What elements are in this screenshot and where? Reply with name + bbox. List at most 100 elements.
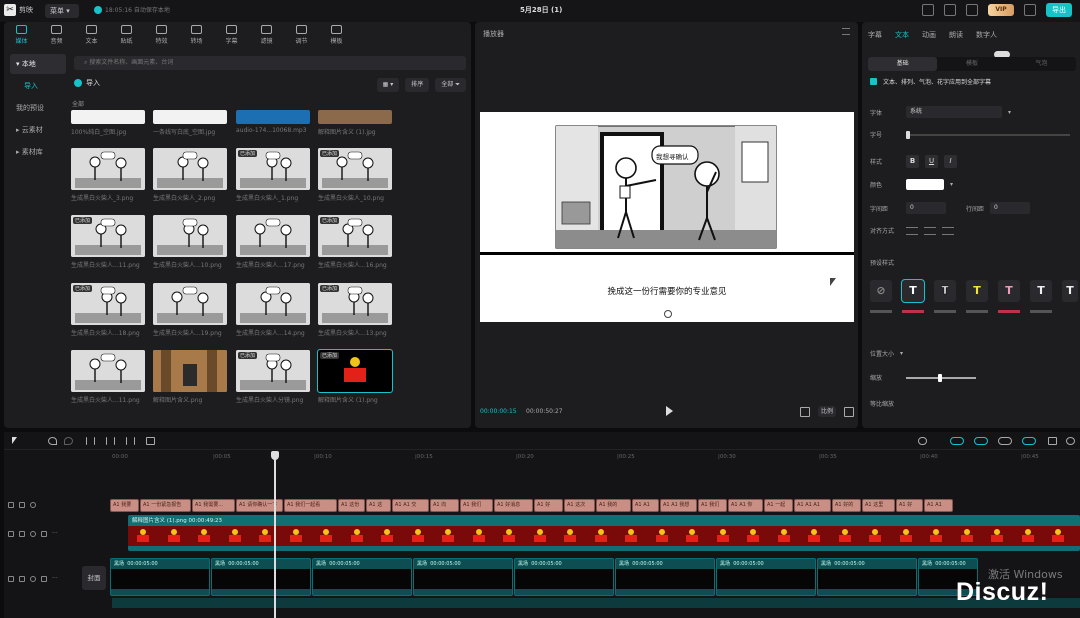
tab-caption[interactable]: 字幕 [214,22,249,48]
caption-icon[interactable] [1048,437,1057,445]
link-main-icon[interactable] [950,437,964,445]
media-thumbnail[interactable] [318,110,392,124]
preset-pink[interactable]: T [998,280,1020,302]
nav-local[interactable]: ▾ 本地 [10,54,66,74]
audio-mute-icon[interactable] [41,575,47,582]
text-clip[interactable]: A1 这次 [564,499,595,512]
black-clip[interactable]: 黑场 00:00:05:00 [211,558,311,596]
font-select[interactable]: 系统 [906,106,1002,118]
text-clip[interactable]: A1 A1 [632,499,659,512]
filter-button[interactable]: 全部 ⏷ [435,78,466,92]
playhead-line[interactable] [274,452,276,618]
media-thumbnail[interactable] [153,283,227,325]
text-clip[interactable]: A1 A1 我想 [660,499,697,512]
playhead-handle[interactable] [271,451,279,460]
media-thumbnail[interactable] [71,110,145,124]
player-menu-icon[interactable] [842,28,850,35]
tab-animation[interactable]: 动画 [922,30,936,40]
scale-slider[interactable] [906,373,976,382]
media-thumbnail[interactable]: 已添加 [236,350,310,392]
vip-badge[interactable]: VIP [988,4,1014,16]
tab-text[interactable]: 文本 [74,22,109,48]
scale-slider-handle[interactable] [938,373,942,382]
line-spacing-input[interactable]: 0 [990,202,1031,214]
audio-mute-icon[interactable] [41,530,47,537]
apply-all-checkbox[interactable] [870,78,877,85]
lock-icon[interactable] [19,575,25,582]
text-clip[interactable]: A1 我要 [110,499,139,512]
media-thumbnail[interactable]: 已添加 [317,349,393,393]
time-ruler[interactable]: 00:00 |00:05 |00:10 |00:15 |00:20 |00:25 |00:3… [112,452,1080,464]
text-clip[interactable]: A1 好 [896,499,923,512]
subtab-template[interactable]: 模板 [937,57,1006,71]
settings-icon[interactable] [966,4,978,16]
sort-button[interactable]: 排序 [405,78,430,92]
media-thumbnail[interactable]: 已添加 [318,215,392,257]
media-thumbnail[interactable]: 已添加 [71,215,145,257]
text-clip[interactable]: A1 向 [430,499,459,512]
media-thumbnail[interactable]: 已添加 [318,148,392,190]
fit-icon[interactable] [799,406,810,417]
text-clip[interactable]: A1 好的 [832,499,861,512]
split-left-icon[interactable] [106,437,115,445]
text-clip[interactable]: A1 我需要... [192,499,235,512]
eye-icon[interactable] [30,575,36,582]
split-icon[interactable] [86,437,95,445]
media-thumbnail[interactable]: 已添加 [318,283,392,325]
timeline-scrollbar[interactable] [112,598,1080,608]
play-button[interactable] [666,406,673,416]
tab-digital-human[interactable]: 数字人 [976,30,997,40]
shortcut-icon[interactable] [944,4,956,16]
text-clip[interactable]: A1 A1 A1 [794,499,831,512]
media-thumbnail[interactable] [236,110,310,124]
text-clip[interactable]: A1 我的 [596,499,631,512]
tab-audio[interactable]: 音频 [39,22,74,48]
text-clip[interactable]: A1 一起 [764,499,793,512]
media-thumbnail[interactable]: 已添加 [71,283,145,325]
media-search-input[interactable]: ⌕ 搜索文件名称、画面元素、台词 [74,56,466,70]
eye-icon[interactable] [30,530,36,537]
eye-icon[interactable] [30,502,36,508]
black-clip[interactable]: 黑场 00:00:05:00 [817,558,917,596]
black-clip[interactable]: 黑场 00:00:05:00 [413,558,513,596]
tab-filter[interactable]: 滤镜 [249,22,284,48]
lock-icon[interactable] [19,502,25,508]
size-slider-handle[interactable] [906,130,910,139]
text-clip[interactable]: A1 这里 [862,499,895,512]
size-slider[interactable] [906,130,1070,139]
preview-canvas[interactable]: 我想寻确认 挽成这一份行需要你的专业意见 [480,112,854,322]
tab-effects[interactable]: 特效 [144,22,179,48]
minimize-icon[interactable] [1024,4,1036,16]
media-thumbnail[interactable] [71,148,145,190]
black-clip[interactable]: 黑场 00:00:05:00 [312,558,412,596]
tab-captions[interactable]: 字幕 [868,30,882,40]
tab-template[interactable]: 模板 [319,22,354,48]
text-clip[interactable]: A1 A1 交 [392,499,429,512]
tab-adjust[interactable]: 调节 [284,22,319,48]
black-clip[interactable]: 黑场 00:00:05:00 [615,558,715,596]
layout-icon[interactable] [922,4,934,16]
text-clip[interactable]: A1 好消息 [494,499,533,512]
view-mode-button[interactable]: ▦ ▾ [376,78,400,92]
lock-icon[interactable] [19,530,25,537]
tab-text[interactable]: 文本 [895,30,909,40]
text-clip[interactable]: A1 好 [534,499,563,512]
subtitle-text[interactable]: 挽成这一份行需要你的专业意见 [480,285,854,297]
text-clip[interactable]: A1 我们 [698,499,727,512]
undo-icon[interactable] [48,437,57,445]
text-color-swatch[interactable] [906,179,944,190]
rotate-handle-icon[interactable] [664,310,672,318]
zoom-out-icon[interactable] [1066,437,1075,445]
text-clip[interactable]: A1 一份紧急报告 [140,499,191,512]
video-clip[interactable]: 解释图片含义 (1).png 00:00:49:23 [128,515,1080,551]
preview-axis-icon[interactable] [1022,437,1036,445]
media-thumbnail[interactable] [153,148,227,190]
preset-more[interactable]: T [1062,280,1078,302]
nav-library[interactable]: ▸ 素材库 [10,142,66,162]
black-clip[interactable]: 黑场 00:00:05:00 [716,558,816,596]
black-clip[interactable]: 黑场 00:00:05:00 [514,558,614,596]
microphone-icon[interactable] [918,437,927,445]
ratio-button[interactable]: 比例 [817,406,836,417]
media-thumbnail[interactable] [71,350,145,392]
text-clip[interactable]: A1 A1 你 [728,499,763,512]
